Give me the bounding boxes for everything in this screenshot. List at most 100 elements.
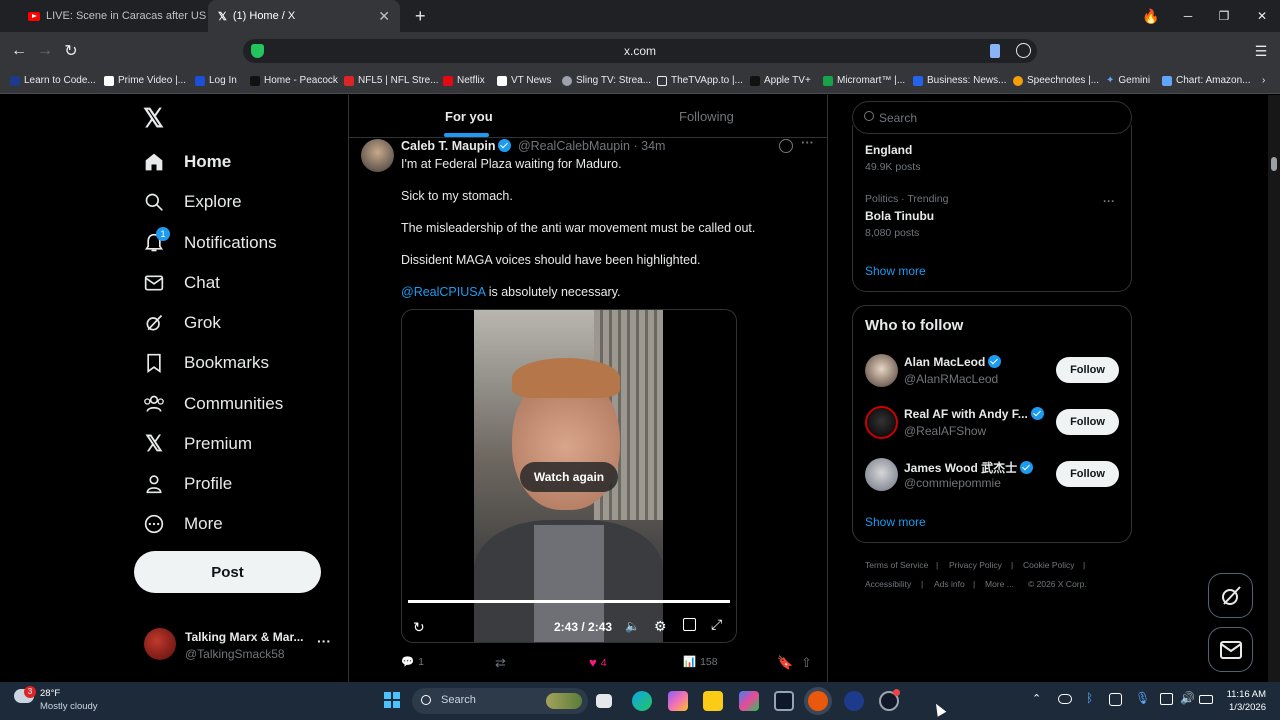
footer-link[interactable]: Terms of Service: [865, 560, 928, 570]
microphone-icon[interactable]: 🎙: [1135, 691, 1150, 705]
bookmark-item[interactable]: Business: News...: [913, 75, 1006, 86]
author-handle[interactable]: @RealCalebMaupin: [518, 139, 630, 153]
footer-link[interactable]: Privacy Policy: [949, 560, 1002, 570]
avatar[interactable]: [865, 458, 898, 491]
nav-home[interactable]: Home: [140, 142, 231, 182]
taskbar-search[interactable]: Search: [412, 688, 588, 714]
account-switcher[interactable]: Talking Marx & Mar... @TalkingSmack58 ··…: [140, 623, 335, 663]
like-button[interactable]: ♥ 4: [589, 655, 607, 670]
bookmark-item[interactable]: Speechnotes |...: [1013, 75, 1099, 86]
bluetooth-icon[interactable]: ᛒ: [1086, 691, 1093, 705]
nav-premium[interactable]: 𝕏 Premium: [140, 424, 252, 464]
bookmark-item[interactable]: Chart: Amazon...: [1162, 75, 1250, 86]
suggested-user-name[interactable]: James Wood 武杰士: [904, 459, 1034, 476]
forward-button[interactable]: →: [32, 38, 58, 64]
close-tab-icon[interactable]: ✕: [378, 8, 390, 25]
clock-time[interactable]: 11:16 AM: [1222, 689, 1266, 700]
file-explorer-icon[interactable]: [703, 691, 723, 711]
volume-icon[interactable]: 🔈: [625, 619, 640, 633]
bookmark-item[interactable]: Netflix: [443, 75, 485, 86]
copilot-icon[interactable]: [668, 691, 688, 711]
nav-notifications[interactable]: 1 Notifications: [140, 223, 277, 263]
nav-bookmarks[interactable]: Bookmarks: [140, 343, 269, 383]
edge-icon[interactable]: [632, 691, 652, 711]
tab-for-you[interactable]: For you: [445, 109, 493, 124]
post-button[interactable]: Post: [134, 551, 321, 593]
page-scrollbar[interactable]: [1268, 95, 1280, 682]
follow-button[interactable]: Follow: [1056, 357, 1119, 383]
bookmark-item[interactable]: TheTVApp.to |...: [657, 75, 743, 86]
bookmark-icon[interactable]: [990, 44, 1000, 58]
grok-fab-button[interactable]: [1208, 573, 1253, 618]
windows-start-icon[interactable]: [384, 692, 400, 708]
nav-more[interactable]: More: [140, 504, 223, 544]
picture-in-picture-icon[interactable]: [683, 618, 696, 631]
minimize-button[interactable]: ─: [1170, 0, 1206, 32]
weather-temp[interactable]: 28°F: [40, 688, 60, 699]
new-tab-button[interactable]: +: [405, 0, 427, 32]
nav-chat[interactable]: Chat: [140, 263, 220, 303]
bookmark-button[interactable]: 🔖: [777, 655, 793, 671]
follow-button[interactable]: Follow: [1056, 461, 1119, 487]
fullscreen-icon[interactable]: ⤢: [711, 616, 722, 633]
sync-icon[interactable]: [1109, 693, 1122, 706]
views-button[interactable]: 📊 158: [683, 655, 718, 669]
bookmark-item[interactable]: ✦ Gemini: [1106, 75, 1150, 86]
replay-icon[interactable]: ↻: [413, 619, 425, 636]
follow-show-more-link[interactable]: Show more: [865, 515, 926, 529]
share-button[interactable]: ⇧: [801, 655, 812, 671]
settings-gear-icon[interactable]: ⚙: [654, 618, 667, 635]
store-icon[interactable]: [739, 691, 759, 711]
video-progress-track[interactable]: [408, 600, 730, 603]
chat-icon[interactable]: [1016, 43, 1031, 58]
chevron-up-icon[interactable]: ⌃: [1032, 692, 1041, 705]
task-view-icon[interactable]: [596, 694, 612, 708]
trends-show-more-link[interactable]: Show more: [865, 264, 926, 278]
bookmark-item[interactable]: Learn to Code...: [10, 75, 96, 86]
menu-icon[interactable]: ☰: [1248, 38, 1274, 64]
onedrive-icon[interactable]: [1058, 694, 1072, 704]
tweet-more-icon[interactable]: ···: [801, 135, 814, 150]
bookmark-item[interactable]: NFL5 | NFL Stre...: [344, 75, 439, 86]
maximize-button[interactable]: ❐: [1206, 0, 1242, 32]
bookmark-item[interactable]: Sling TV: Strea...: [562, 75, 651, 86]
reply-button[interactable]: 💬 1: [401, 655, 424, 669]
back-button[interactable]: ←: [6, 38, 32, 64]
scrollbar-thumb[interactable]: [1271, 157, 1277, 171]
close-window-button[interactable]: ✕: [1244, 0, 1280, 32]
nav-grok[interactable]: Grok: [140, 303, 221, 343]
footer-link[interactable]: Ads info: [934, 579, 965, 589]
nav-explore[interactable]: Explore: [140, 182, 242, 222]
author-name[interactable]: Caleb T. Maupin: [401, 139, 495, 153]
tweet-time[interactable]: · 34m: [633, 139, 665, 153]
avatar[interactable]: [865, 354, 898, 387]
weather-desc[interactable]: Mostly cloudy: [40, 701, 98, 712]
suggested-user-name[interactable]: Alan MacLeod: [904, 355, 1002, 369]
bookmark-item[interactable]: Prime Video |...: [104, 75, 186, 86]
repost-button[interactable]: ⇄: [495, 655, 506, 671]
grok-icon[interactable]: [779, 139, 793, 153]
avatar[interactable]: [865, 406, 898, 439]
app-icon[interactable]: [844, 691, 864, 711]
tab-following[interactable]: Following: [679, 109, 734, 124]
tab-youtube[interactable]: LIVE: Scene in Caracas after US stri: [18, 0, 206, 32]
footer-link[interactable]: Cookie Policy: [1023, 560, 1075, 570]
messages-fab-button[interactable]: [1208, 627, 1253, 672]
bookmark-item[interactable]: Log In: [195, 75, 237, 86]
follow-button[interactable]: Follow: [1056, 409, 1119, 435]
tab-x-home[interactable]: 𝕏 (1) Home / X ✕: [208, 0, 400, 32]
mention-link[interactable]: @RealCPIUSA: [401, 285, 485, 299]
suggested-user-name[interactable]: Real AF with Andy F...: [904, 407, 1044, 421]
bookmark-item[interactable]: Apple TV+: [750, 75, 811, 86]
footer-link[interactable]: Accessibility: [865, 579, 911, 589]
clock-date[interactable]: 1/3/2026: [1222, 702, 1266, 713]
snipping-tool-icon[interactable]: [774, 691, 794, 711]
nav-communities[interactable]: Communities: [140, 384, 283, 424]
nav-profile[interactable]: Profile: [140, 464, 232, 504]
battery-icon[interactable]: [1199, 695, 1213, 704]
author-avatar[interactable]: [361, 139, 394, 172]
trend-name[interactable]: England: [865, 143, 912, 157]
bookmarks-overflow-icon[interactable]: ›: [1262, 75, 1265, 86]
trend-name[interactable]: Bola Tinubu: [865, 209, 934, 223]
browser-app-icon[interactable]: [808, 691, 828, 711]
